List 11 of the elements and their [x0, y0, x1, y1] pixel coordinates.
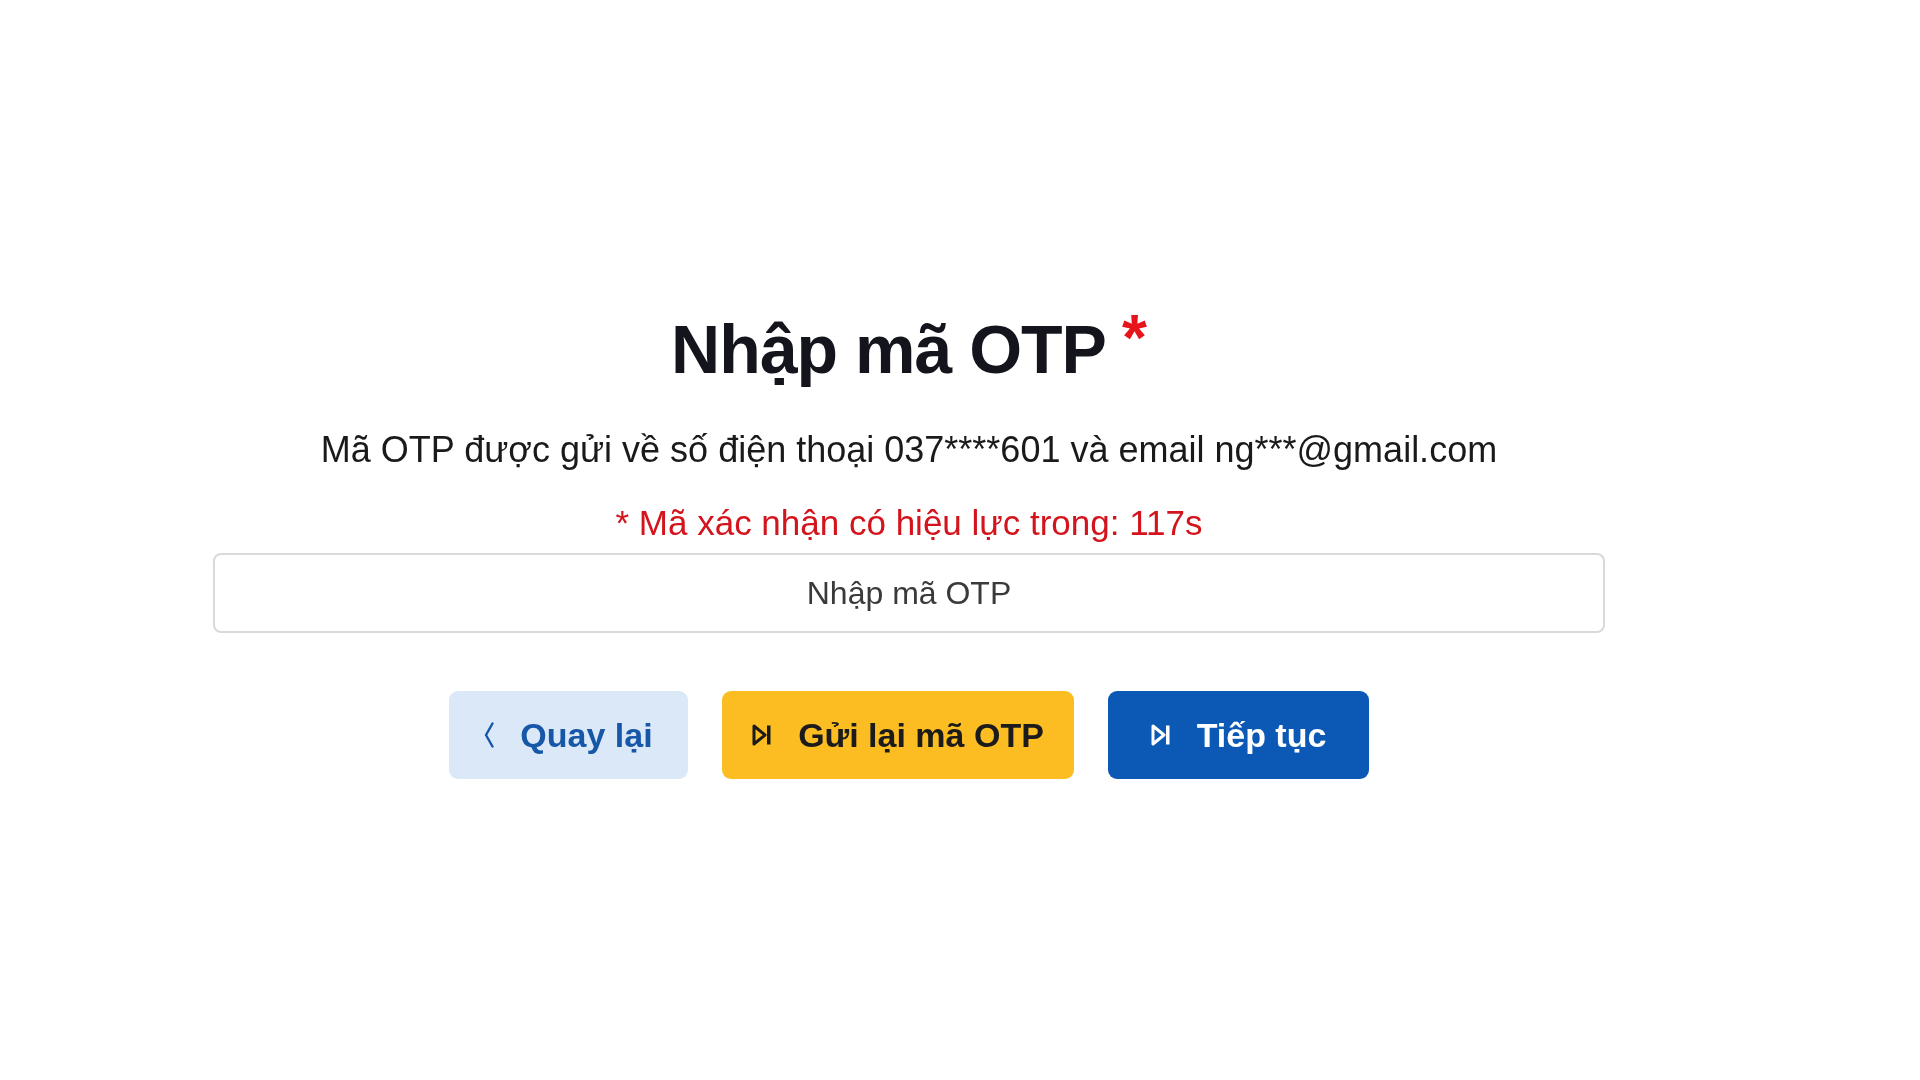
resend-otp-button[interactable]: Gửi lại mã OTP	[722, 691, 1074, 779]
required-asterisk: *	[1121, 306, 1147, 370]
continue-button[interactable]: Tiếp tục	[1108, 691, 1369, 779]
skip-forward-icon	[752, 724, 773, 746]
otp-input-field[interactable]: Nhập mã OTP	[213, 553, 1605, 633]
back-button[interactable]: Quay lại	[449, 691, 688, 779]
validity-countdown: * Mã xác nhận có hiệu lực trong: 117s	[615, 502, 1203, 544]
page-title: Nhập mã OTP	[671, 310, 1106, 389]
skip-forward-icon	[1150, 724, 1171, 746]
otp-sent-message: Mã OTP được gửi về số điện thoại 037****601 và email ng***@gmail.com	[320, 428, 1498, 472]
chevron-left-icon	[484, 722, 495, 748]
